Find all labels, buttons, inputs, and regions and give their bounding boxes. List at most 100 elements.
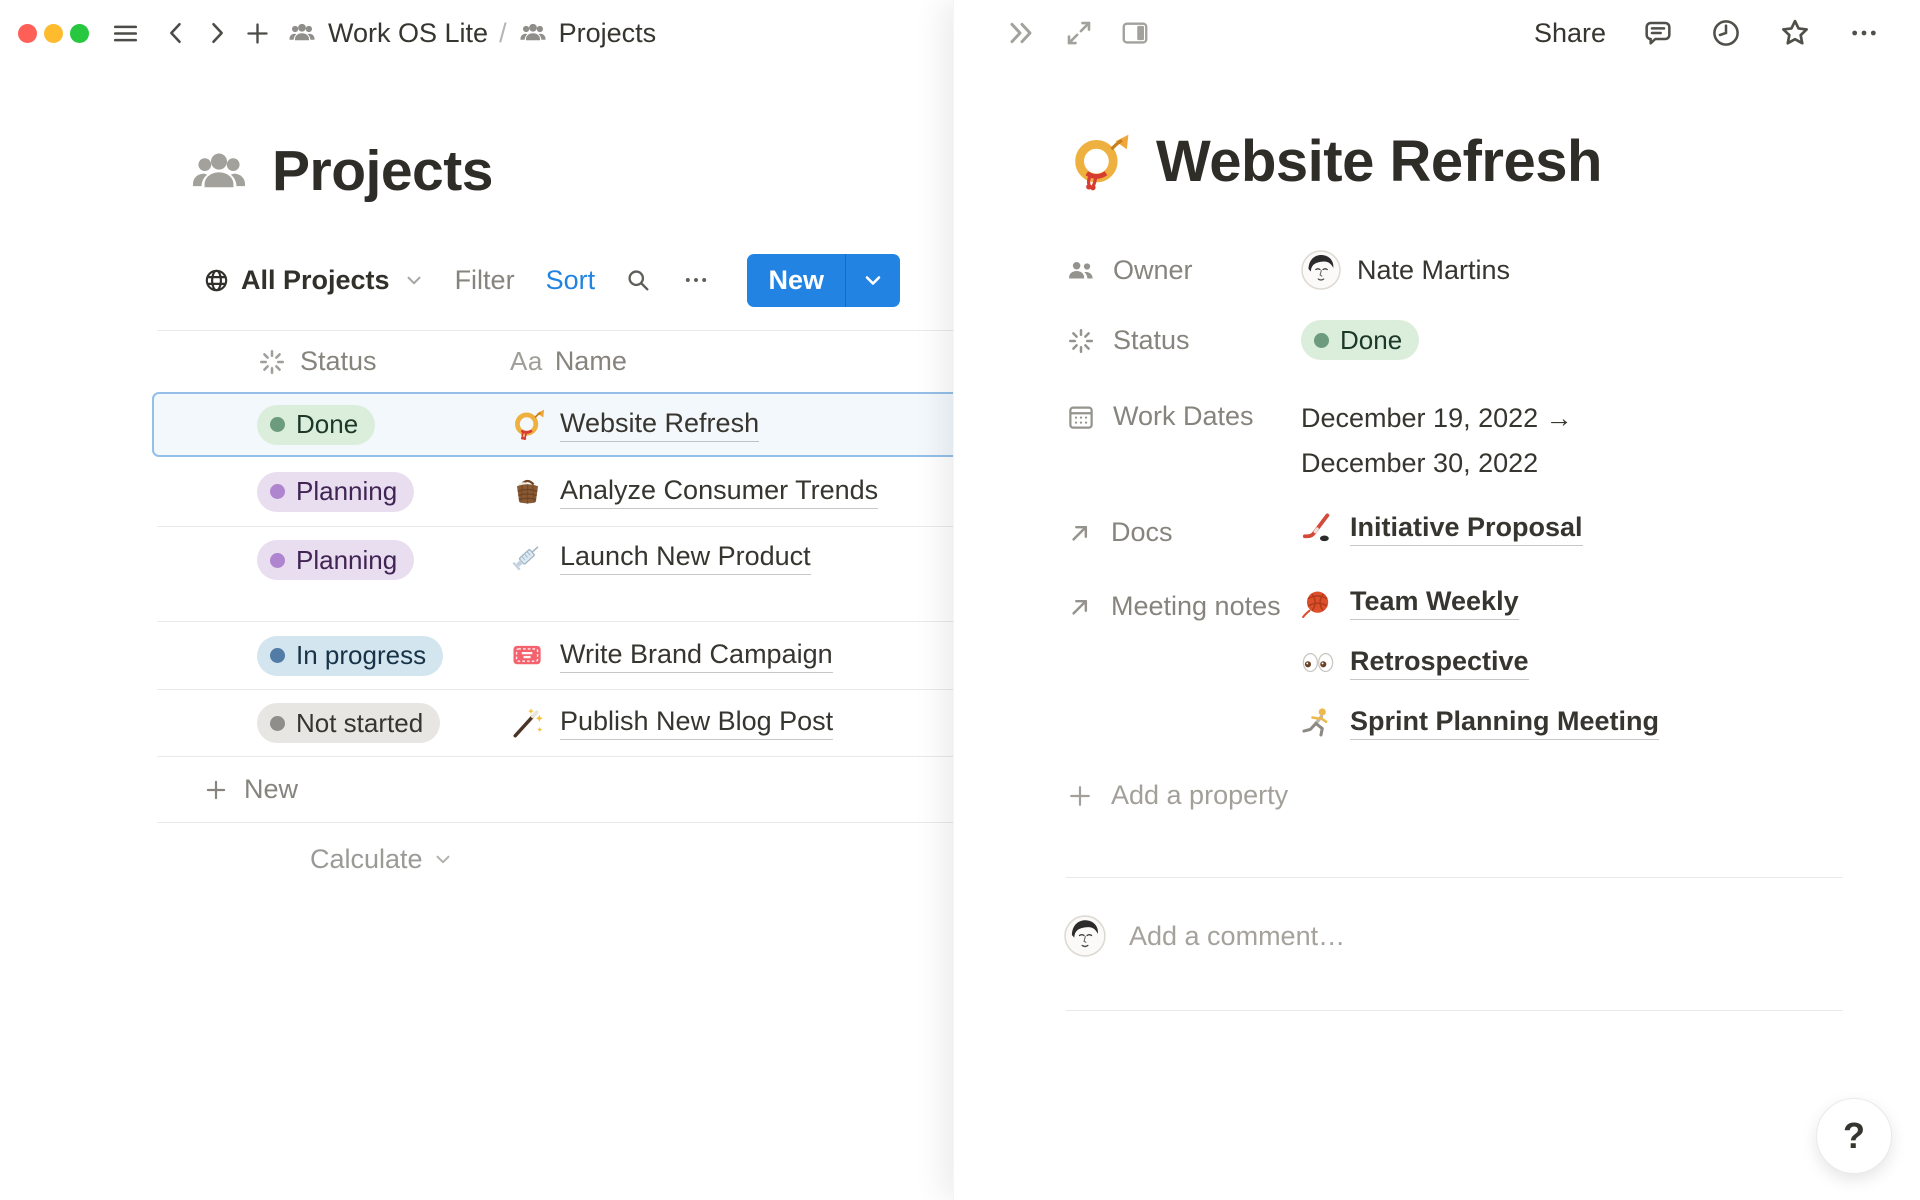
calculate-row: Calculate: [157, 823, 953, 895]
table-row[interactable]: Planning Analyze Consumer Trends: [157, 457, 953, 527]
calculate-label: Calculate: [310, 844, 423, 875]
new-button-chevron-icon[interactable]: [846, 254, 900, 307]
meeting-note-link-text[interactable]: Sprint Planning Meeting: [1350, 706, 1659, 740]
name-column-label: Name: [555, 346, 627, 377]
status-badge: Planning: [296, 476, 397, 507]
name-cell[interactable]: Write Brand Campaign: [495, 638, 953, 673]
postal-horn-emoji-icon: [510, 407, 545, 442]
history-icon[interactable]: [1710, 17, 1742, 49]
page-link[interactable]: Write Brand Campaign: [560, 639, 833, 673]
status-cell[interactable]: In progress: [157, 636, 495, 676]
name-column-header[interactable]: Aa Name: [495, 346, 953, 377]
property-label: Meeting notes: [1111, 591, 1281, 622]
postal-horn-emoji-icon[interactable]: [1066, 130, 1130, 194]
meeting-note-link[interactable]: Sprint Planning Meeting: [1301, 706, 1843, 740]
name-cell[interactable]: Launch New Product: [495, 540, 953, 575]
status-badge: Not started: [296, 708, 423, 739]
back-icon[interactable]: [162, 19, 190, 47]
meeting-note-link[interactable]: Team Weekly: [1301, 586, 1843, 620]
avatar: [1064, 915, 1106, 957]
minimize-window-button[interactable]: [44, 24, 63, 43]
filter-button[interactable]: Filter: [455, 265, 515, 296]
status-cell[interactable]: Not started: [157, 703, 495, 743]
doc-link-text[interactable]: Initiative Proposal: [1350, 512, 1583, 546]
status-cell[interactable]: Done: [157, 405, 495, 445]
calculate-button[interactable]: Calculate: [310, 844, 454, 875]
property-row-status[interactable]: Status Done: [1066, 320, 1843, 360]
status-column-label: Status: [300, 346, 377, 377]
status-badge: Planning: [296, 545, 397, 576]
share-button[interactable]: Share: [1534, 18, 1606, 49]
status-column-header[interactable]: Status: [157, 346, 495, 377]
table-header-row: Status Aa Name: [157, 330, 953, 392]
status-cell[interactable]: Planning: [157, 472, 495, 512]
property-row-owner[interactable]: Owner Nate Martins: [1066, 250, 1843, 290]
favorite-star-icon[interactable]: [1778, 16, 1812, 50]
arrow-up-right-icon: [1066, 519, 1094, 547]
page-link[interactable]: Analyze Consumer Trends: [560, 475, 878, 509]
name-cell[interactable]: Website Refresh: [495, 407, 953, 442]
status-badge[interactable]: Done: [1340, 325, 1402, 356]
expand-page-icon[interactable]: [1064, 18, 1094, 48]
owner-value[interactable]: Nate Martins: [1357, 255, 1510, 286]
date-range-end[interactable]: December 30, 2022: [1301, 441, 1843, 486]
arrow-up-right-icon: [1066, 593, 1094, 621]
side-peek-topbar: Share: [954, 0, 1920, 66]
help-button[interactable]: ?: [1816, 1098, 1892, 1174]
doc-link[interactable]: Initiative Proposal: [1301, 512, 1843, 546]
sort-button[interactable]: Sort: [546, 265, 596, 296]
status-cell[interactable]: Planning: [157, 540, 495, 580]
table-row[interactable]: In progress Write Brand Campaign: [157, 622, 953, 690]
date-range-start[interactable]: December 19, 2022 →: [1301, 396, 1843, 441]
property-label: Owner: [1113, 255, 1193, 286]
page-link[interactable]: Website Refresh: [560, 408, 759, 442]
page-link[interactable]: Publish New Blog Post: [560, 706, 833, 740]
page-title-people-icon[interactable]: [187, 145, 251, 197]
forward-icon[interactable]: [203, 19, 231, 47]
breadcrumb-root[interactable]: Work OS Lite: [328, 18, 488, 49]
view-selector-label: All Projects: [241, 265, 390, 296]
breadcrumb-separator: /: [499, 18, 507, 49]
status-badge: In progress: [296, 640, 426, 671]
name-cell[interactable]: Publish New Blog Post: [495, 706, 953, 741]
breadcrumb: Work OS Lite / Projects: [287, 18, 656, 49]
comment-input[interactable]: Add a comment…: [1129, 921, 1345, 952]
breadcrumb-current[interactable]: Projects: [559, 18, 657, 49]
avatar: [1301, 250, 1341, 290]
meeting-note-link[interactable]: Retrospective: [1301, 646, 1843, 680]
close-peek-icon[interactable]: [1006, 17, 1038, 49]
side-peek-mode-icon[interactable]: [1120, 18, 1150, 48]
search-icon[interactable]: [624, 266, 652, 294]
comment-composer[interactable]: Add a comment…: [1064, 915, 1345, 957]
new-page-icon[interactable]: [244, 20, 271, 47]
meeting-note-link-text[interactable]: Retrospective: [1350, 646, 1529, 680]
menu-icon[interactable]: [111, 19, 140, 48]
new-row-button[interactable]: New: [157, 757, 953, 823]
table-row[interactable]: Done Website Refresh: [152, 392, 953, 457]
status-dot: [270, 417, 285, 432]
property-list: Owner Nate Martins Status Done: [1066, 250, 1843, 811]
table-row[interactable]: Planning Launch New Product: [157, 527, 953, 622]
table-row[interactable]: Not started Publish New Blog Post: [157, 690, 953, 757]
name-cell[interactable]: Analyze Consumer Trends: [495, 474, 953, 509]
view-selector[interactable]: All Projects: [203, 265, 425, 296]
zoom-window-button[interactable]: [70, 24, 89, 43]
property-row-work-dates[interactable]: Work Dates December 19, 2022 → December …: [1066, 396, 1843, 486]
comments-icon[interactable]: [1642, 17, 1674, 49]
property-row-meeting-notes[interactable]: Meeting notes Team Weekly Retrospectiv: [1066, 586, 1843, 740]
new-button[interactable]: New: [747, 254, 845, 307]
divider: [1066, 877, 1843, 878]
new-button-group: New: [747, 254, 900, 307]
property-row-docs[interactable]: Docs Initiative Proposal: [1066, 512, 1843, 548]
property-label: Work Dates: [1113, 401, 1254, 432]
status-dot: [270, 648, 285, 663]
close-window-button[interactable]: [18, 24, 37, 43]
meeting-note-link-text[interactable]: Team Weekly: [1350, 586, 1519, 620]
projects-people-icon: [518, 18, 548, 48]
add-property-button[interactable]: Add a property: [1066, 780, 1843, 811]
page-more-icon[interactable]: [1848, 17, 1880, 49]
page-link[interactable]: Launch New Product: [560, 541, 811, 575]
calendar-icon: [1066, 402, 1096, 432]
eyes-emoji-icon: [1301, 646, 1335, 680]
more-options-icon[interactable]: [682, 266, 710, 294]
